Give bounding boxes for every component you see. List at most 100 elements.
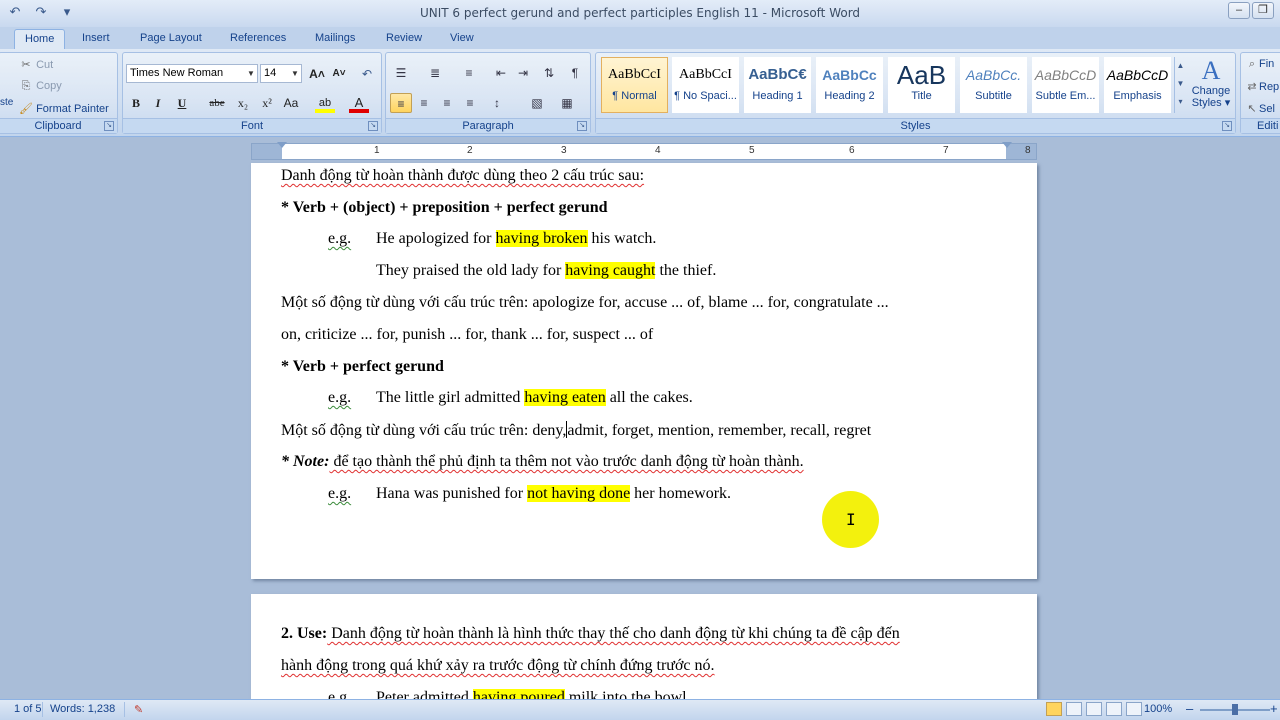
word-count[interactable]: Words: 1,238 [50, 703, 115, 715]
style-name: Heading 1 [752, 90, 803, 102]
outline-view-icon[interactable] [1106, 702, 1122, 716]
style-title[interactable]: AaB Title [888, 57, 955, 113]
numbering-button[interactable]: ≣ [424, 63, 446, 83]
style-name: Title [911, 90, 932, 102]
doc-text: his watch. [587, 230, 657, 247]
horizontal-ruler[interactable]: 1 2 3 4 5 6 7 8 [251, 142, 1037, 160]
align-right-button[interactable]: ≡ [436, 93, 458, 113]
cut-label: Cut [36, 59, 54, 71]
subscript-button[interactable]: x₂ [233, 93, 253, 113]
doc-text: Một số động từ dùng với cấu trúc trên: a… [281, 294, 889, 311]
center-button[interactable]: ≡ [413, 93, 435, 113]
doc-line: Một số động từ dùng với cấu trúc trên: d… [281, 421, 871, 440]
example-label: e.g. [328, 230, 351, 248]
proofing-status-icon[interactable]: ✎ [134, 703, 143, 716]
zoom-in-button[interactable]: + [1270, 701, 1278, 716]
draft-view-icon[interactable] [1126, 702, 1142, 716]
change-styles-icon: A [1201, 56, 1221, 85]
example-label: e.g. [328, 485, 351, 503]
page-count[interactable]: 1 of 5 [14, 703, 42, 715]
sort-button[interactable]: ⇅ [538, 63, 560, 83]
eg-text: e.g. [328, 230, 352, 247]
borders-button[interactable]: ▦ [556, 93, 578, 113]
copy-button[interactable]: ⎘ Copy [19, 80, 62, 93]
highlighted-text: not having done [527, 485, 631, 502]
style-heading-1[interactable]: AaBbC€ Heading 1 [744, 57, 811, 113]
find-label: Fin [1259, 58, 1275, 70]
show-marks-button[interactable]: ¶ [564, 63, 586, 83]
full-screen-reading-view-icon[interactable] [1066, 702, 1082, 716]
bullets-button[interactable]: ☰ [390, 63, 412, 83]
paste-label[interactable]: ste [0, 97, 13, 108]
tab-insert[interactable]: Insert [72, 29, 120, 49]
document-page-1[interactable]: Danh động từ hoàn thành được dùng theo 2… [251, 163, 1037, 579]
shading-button[interactable]: ▧ [526, 93, 548, 113]
first-line-indent-marker[interactable] [277, 142, 287, 148]
clipboard-group: ste ✂ Cut ⎘ Copy 🖌 Format Painter Clipbo… [0, 52, 118, 134]
status-divider [42, 702, 43, 717]
ruler-number: 4 [655, 145, 661, 156]
strikethrough-button[interactable]: abe [207, 93, 227, 113]
select-button[interactable]: ↖ Sel [1245, 102, 1275, 115]
underline-button[interactable]: U [172, 93, 192, 113]
document-page-2[interactable]: 2. Use: Danh động từ hoàn thành là hình … [251, 594, 1037, 706]
font-color-button[interactable]: A [349, 93, 369, 113]
change-case-button[interactable]: Aa [281, 93, 301, 113]
styles-group-label: Styles [596, 118, 1235, 133]
align-left-button[interactable]: ≡ [390, 93, 412, 113]
style-no-spacing[interactable]: AaBbCcI ¶ No Spaci... [672, 57, 739, 113]
zoom-slider-thumb[interactable] [1232, 704, 1238, 715]
tab-view[interactable]: View [440, 29, 484, 49]
zoom-out-button[interactable]: – [1186, 701, 1193, 716]
doc-line: He apologized for having broken his watc… [376, 230, 656, 248]
styles-scroll[interactable]: ▲ ▼ ▾ [1174, 57, 1186, 113]
paragraph-launcher-icon[interactable]: ↘ [577, 121, 587, 131]
highlight-color-button[interactable]: ab [315, 93, 335, 113]
style-subtle-emphasis[interactable]: AaBbCcD Subtle Em... [1032, 57, 1099, 113]
web-layout-view-icon[interactable] [1086, 702, 1102, 716]
justify-button[interactable]: ≡ [459, 93, 481, 113]
style-emphasis[interactable]: AaBbCcD Emphasis [1104, 57, 1171, 113]
print-layout-view-icon[interactable] [1046, 702, 1062, 716]
clipboard-launcher-icon[interactable]: ↘ [104, 121, 114, 131]
shrink-font-button[interactable]: A˅ [329, 64, 349, 84]
tab-review[interactable]: Review [376, 29, 432, 49]
superscript-button[interactable]: x² [257, 93, 277, 113]
multilevel-list-button[interactable]: ≡ [458, 63, 480, 83]
zoom-level[interactable]: 100% [1144, 703, 1172, 715]
paragraph-group: ☰ ≣ ≡ ⇤ ⇥ ⇅ ¶ ≡ ≡ ≡ ≡ ↕ ▧ ▦ Paragraph ↘ [385, 52, 591, 134]
minimize-button[interactable]: – [1228, 2, 1250, 19]
style-subtitle[interactable]: AaBbCc. Subtitle [960, 57, 1027, 113]
font-launcher-icon[interactable]: ↘ [368, 121, 378, 131]
decrease-indent-button[interactable]: ⇤ [490, 63, 512, 83]
style-heading-2[interactable]: AaBbCc Heading 2 [816, 57, 883, 113]
doc-line: Một số động từ dùng với cấu trúc trên: a… [281, 294, 889, 312]
cut-button[interactable]: ✂ Cut [19, 58, 53, 71]
font-size-combo[interactable]: 14 ▼ [260, 64, 302, 83]
line-spacing-button[interactable]: ↕ [486, 93, 508, 113]
bold-button[interactable]: B [126, 93, 146, 113]
styles-launcher-icon[interactable]: ↘ [1222, 121, 1232, 131]
format-painter-button[interactable]: 🖌 Format Painter [19, 102, 109, 115]
tab-home[interactable]: Home [14, 29, 66, 49]
italic-button[interactable]: I [148, 93, 168, 113]
tab-references[interactable]: References [220, 29, 296, 49]
style-name: Emphasis [1113, 90, 1162, 102]
style-normal[interactable]: AaBbCcI ¶ Normal [601, 57, 668, 113]
section-label: 2. Use: [281, 625, 328, 642]
clear-formatting-button[interactable]: ↶ [357, 64, 377, 84]
format-painter-label: Format Painter [36, 103, 109, 115]
highlighted-text: having broken [495, 230, 588, 247]
find-button[interactable]: ⌕ Fin [1245, 58, 1274, 71]
right-indent-marker[interactable] [1002, 142, 1012, 148]
change-styles-button[interactable]: A Change Styles ▾ [1188, 57, 1234, 115]
restore-button[interactable]: ❐ [1252, 2, 1274, 19]
font-name-combo[interactable]: Times New Roman ▼ [126, 64, 258, 83]
tab-page-layout[interactable]: Page Layout [130, 29, 212, 49]
grow-font-button[interactable]: A˄ [307, 64, 327, 84]
tab-mailings[interactable]: Mailings [305, 29, 365, 49]
styles-group: AaBbCcI ¶ Normal AaBbCcI ¶ No Spaci... A… [595, 52, 1236, 134]
replace-button[interactable]: ⇄ Rep [1245, 80, 1279, 93]
increase-indent-button[interactable]: ⇥ [512, 63, 534, 83]
style-sample: AaBbCcD [1106, 67, 1169, 83]
